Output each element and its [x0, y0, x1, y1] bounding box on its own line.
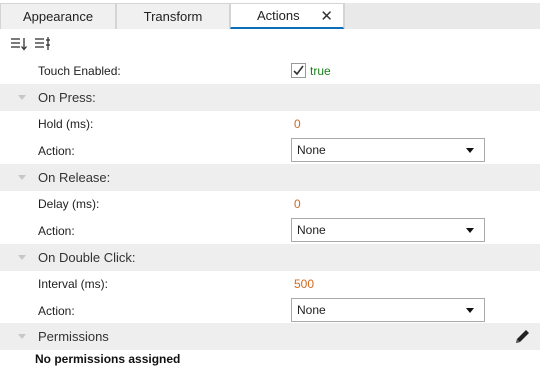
- touch-enabled-label: Touch Enabled:: [38, 63, 121, 78]
- chevron-down-icon[interactable]: [17, 331, 27, 341]
- dropdown-arrow-icon: [466, 148, 474, 153]
- section-title: Permissions: [38, 329, 109, 344]
- interval-value[interactable]: 500: [294, 277, 314, 291]
- hold-row: Hold (ms): 0: [0, 110, 540, 137]
- delay-label: Delay (ms):: [38, 196, 100, 211]
- press-action-label: Action:: [38, 143, 75, 158]
- close-icon[interactable]: ✕: [320, 7, 333, 25]
- press-action-selected: None: [297, 143, 326, 157]
- tab-appearance[interactable]: Appearance: [0, 3, 116, 29]
- double-click-action-select[interactable]: None: [291, 298, 485, 322]
- press-action-row: Action: None: [0, 137, 540, 164]
- section-on-release[interactable]: On Release:: [0, 164, 540, 191]
- touch-enabled-value: true: [310, 63, 331, 78]
- section-title: On Press:: [38, 90, 96, 105]
- checkmark-icon: [293, 65, 304, 76]
- sort-options-icon[interactable]: [34, 36, 52, 52]
- delay-row: Delay (ms): 0: [0, 190, 540, 217]
- touch-enabled-row: Touch Enabled: true: [0, 57, 540, 84]
- section-title: On Double Click:: [38, 250, 136, 265]
- release-action-label: Action:: [38, 223, 75, 238]
- section-on-press[interactable]: On Press:: [0, 84, 540, 111]
- tab-transform[interactable]: Transform: [116, 3, 230, 29]
- release-action-selected: None: [297, 223, 326, 237]
- release-action-row: Action: None: [0, 217, 540, 244]
- touch-enabled-checkbox[interactable]: [291, 63, 306, 78]
- dropdown-arrow-icon: [466, 228, 474, 233]
- permissions-empty-text: No permissions assigned: [35, 352, 181, 366]
- interval-row: Interval (ms): 500: [0, 270, 540, 297]
- hold-label: Hold (ms):: [38, 116, 94, 131]
- tab-actions-label: Actions: [257, 8, 300, 23]
- tab-bar: Appearance Transform Actions ✕: [0, 0, 540, 29]
- tab-bar-empty-area: [344, 3, 540, 29]
- chevron-down-icon[interactable]: [17, 252, 27, 262]
- release-action-select[interactable]: None: [291, 218, 485, 242]
- section-on-double-click[interactable]: On Double Click:: [0, 244, 540, 271]
- double-click-action-row: Action: None: [0, 297, 540, 324]
- section-title: On Release:: [38, 170, 111, 185]
- edit-pencil-icon[interactable]: [513, 327, 532, 346]
- property-toolbar: [0, 30, 540, 58]
- section-permissions[interactable]: Permissions: [0, 323, 540, 350]
- press-action-select[interactable]: None: [291, 138, 485, 162]
- chevron-down-icon[interactable]: [17, 92, 27, 102]
- delay-value[interactable]: 0: [294, 197, 301, 211]
- hold-value[interactable]: 0: [294, 117, 301, 131]
- double-click-action-selected: None: [297, 303, 326, 317]
- tab-actions[interactable]: Actions ✕: [230, 3, 344, 29]
- interval-label: Interval (ms):: [38, 276, 109, 291]
- double-click-action-label: Action:: [38, 303, 75, 318]
- chevron-down-icon[interactable]: [17, 172, 27, 182]
- sort-ascending-icon[interactable]: [10, 36, 28, 52]
- dropdown-arrow-icon: [466, 308, 474, 313]
